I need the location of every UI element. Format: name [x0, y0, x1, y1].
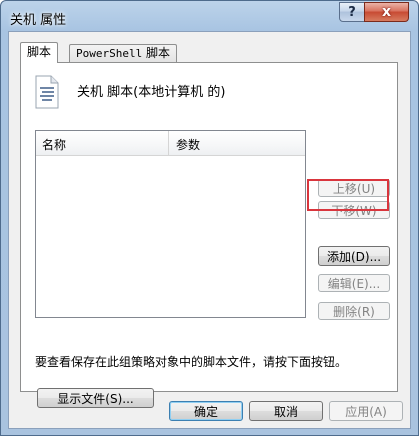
apply-button[interactable]: 应用(A) — [329, 401, 403, 421]
close-button[interactable]: x — [364, 2, 409, 22]
scripts-title: 关机 脚本(本地计算机 的) — [77, 85, 226, 100]
show-files-button[interactable]: 显示文件(S)... — [37, 388, 154, 408]
list-header: 名称 参数 — [36, 131, 305, 156]
column-header-name[interactable]: 名称 — [42, 136, 66, 153]
close-icon: x — [381, 4, 392, 20]
tab-scripts[interactable]: 脚本 — [20, 42, 59, 63]
column-separator[interactable] — [168, 131, 169, 155]
add-button-highlight — [307, 179, 389, 211]
delete-button[interactable]: 删除(R) — [318, 302, 390, 320]
properties-window: 关机 属性 ? x 脚本 PowerShell 脚本 关机 脚本(本地计算机 的… — [0, 0, 419, 436]
tab-powershell-label-suffix: 脚本 — [142, 46, 171, 60]
tab-powershell-scripts[interactable]: PowerShell 脚本 — [69, 44, 178, 62]
edit-button[interactable]: 编辑(E)... — [318, 274, 390, 292]
script-document-icon — [35, 75, 59, 109]
tab-scripts-label: 脚本 — [27, 45, 52, 59]
ok-button[interactable]: 确定 — [169, 401, 243, 421]
help-button[interactable]: ? — [339, 2, 365, 22]
scripts-tab-panel: 关机 脚本(本地计算机 的) 名称 参数 上移(U) 下移(W) 添加(D)..… — [20, 62, 398, 408]
dialog-client-area: 脚本 PowerShell 脚本 关机 脚本(本地计算机 的) 名称 参数 上移… — [8, 31, 411, 429]
help-icon: ? — [348, 4, 356, 20]
column-header-parameters[interactable]: 参数 — [176, 136, 200, 153]
show-files-hint: 要查看保存在此组策略对象中的脚本文件，请按下面按钮。 — [35, 355, 348, 369]
tab-powershell-label-prefix: PowerShell — [76, 47, 143, 60]
window-title: 关机 属性 — [10, 13, 67, 28]
cancel-button[interactable]: 取消 — [249, 401, 323, 421]
add-button[interactable]: 添加(D)... — [318, 246, 390, 266]
title-bar[interactable]: 关机 属性 ? x — [1, 1, 418, 31]
scripts-list[interactable]: 名称 参数 — [35, 130, 306, 318]
